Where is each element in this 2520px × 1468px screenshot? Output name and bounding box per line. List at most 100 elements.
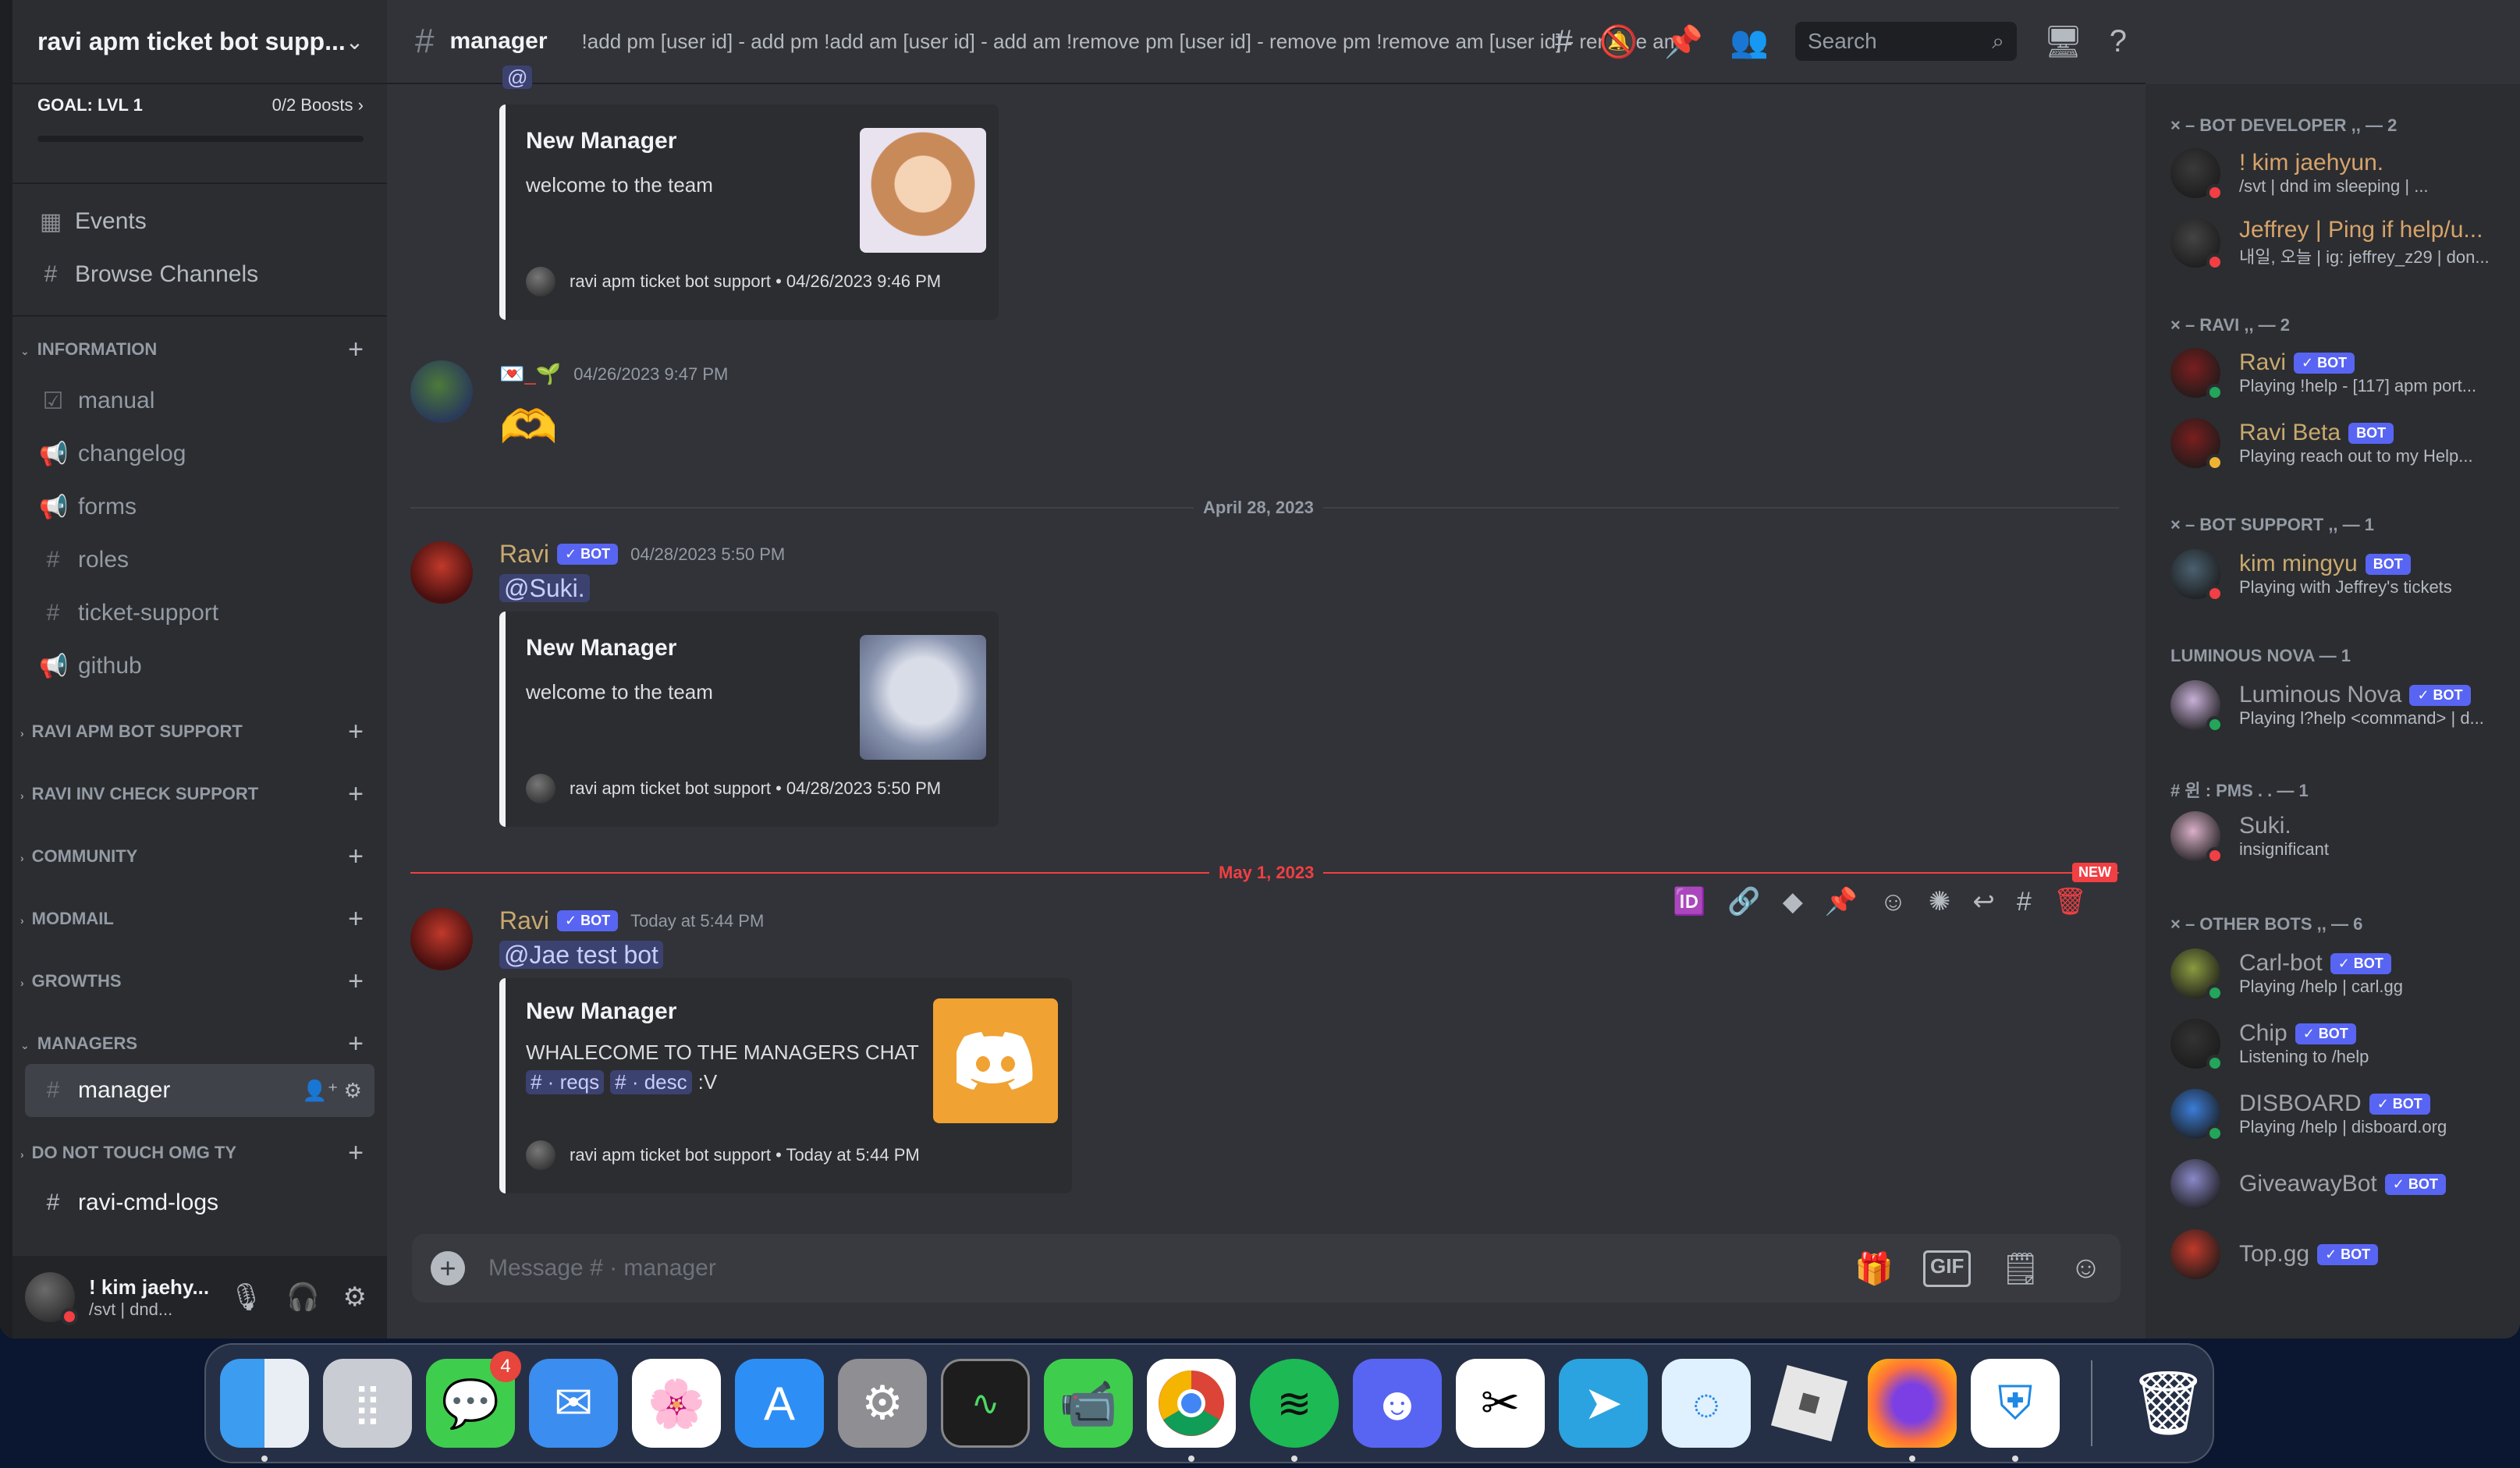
category-information[interactable]: ⌄ INFORMATION + [12, 324, 387, 374]
avatar[interactable] [410, 360, 473, 423]
category-community[interactable]: › COMMUNITY + [12, 825, 387, 888]
discord-logo-thumbnail[interactable] [933, 998, 1058, 1123]
browse-channels-link[interactable]: # Browse Channels [36, 248, 387, 301]
member-item[interactable]: Ravi ✓ BOT Playing !help - [117] apm port.… [2170, 348, 2514, 401]
firefox-icon[interactable] [1868, 1359, 1957, 1462]
capcut-icon[interactable]: ✂ [1456, 1359, 1545, 1448]
author-name[interactable]: Ravi [499, 540, 549, 569]
member-item[interactable]: GiveawayBot ✓ BOT [2170, 1159, 2514, 1209]
category-growths[interactable]: › GROWTHS + [12, 950, 387, 1012]
channel-manual[interactable]: ☑ manual [12, 374, 387, 427]
add-channel-icon[interactable]: + [348, 842, 364, 872]
user-name-emoji[interactable]: 💌_🌱 [499, 362, 561, 386]
category-modmail[interactable]: › MODMAIL + [12, 888, 387, 950]
reply-icon[interactable]: ↩ [1972, 886, 1995, 917]
author-name[interactable]: Ravi [499, 906, 549, 935]
launchpad-icon[interactable]: ⣿ [323, 1359, 412, 1448]
channel-link-desc[interactable]: # · desc [610, 1070, 692, 1094]
help-icon[interactable]: ? [2110, 24, 2127, 59]
upload-plus-icon[interactable]: + [431, 1251, 465, 1285]
events-link[interactable]: ▦ Events [36, 195, 387, 248]
telegram-icon[interactable]: ➤ [1559, 1359, 1648, 1448]
mention[interactable]: @Jae test bot [499, 941, 663, 969]
add-channel-icon[interactable]: + [348, 966, 364, 997]
add-channel-icon[interactable]: + [348, 335, 364, 365]
add-channel-icon[interactable]: + [348, 1029, 364, 1059]
sticker-icon[interactable]: 🗒 [2000, 1250, 2040, 1287]
channel-manager[interactable]: # manager 👤⁺ ⚙ [25, 1064, 374, 1117]
copy-id-icon[interactable]: 🆔 [1673, 886, 1705, 917]
super-reaction-icon[interactable]: ✺ [1929, 886, 1951, 917]
link-icon[interactable]: 🔗 [1727, 886, 1760, 917]
gift-icon[interactable]: 🎁 [1855, 1250, 1894, 1287]
member-item[interactable]: kim mingyu BOT Playing with Jeffrey's tick… [2170, 549, 2514, 602]
avatar[interactable] [410, 908, 473, 970]
member-item[interactable]: Carl-bot ✓ BOT Playing /help | carl.gg [2170, 949, 2514, 1002]
add-channel-icon[interactable]: + [348, 1138, 364, 1168]
member-list-icon[interactable]: 👥 [1730, 23, 1769, 60]
message-input[interactable]: Message # · manager [488, 1255, 716, 1282]
gif-icon[interactable]: GIF [1923, 1250, 1972, 1287]
mention[interactable]: @ [502, 66, 533, 89]
server-header[interactable]: ravi apm ticket bot supp... ⌄ [12, 0, 387, 84]
discord-icon[interactable]: ☻ [1353, 1359, 1442, 1448]
member-item[interactable]: Luminous Nova ✓ BOT Playing l?help <comman… [2170, 680, 2514, 733]
boost-goal[interactable]: GOAL: LVL 1 0/2 Boosts › [12, 84, 387, 151]
channel-changelog[interactable]: 📢 changelog [12, 427, 387, 480]
messages-icon[interactable]: 💬 4 [426, 1351, 521, 1448]
finder-icon[interactable] [220, 1359, 309, 1462]
category-ravi-inv[interactable]: › RAVI INV CHECK SUPPORT + [12, 763, 387, 825]
member-item[interactable]: DISBOARD ✓ BOT Playing /help | disboard.or… [2170, 1089, 2514, 1142]
message-composer[interactable]: + Message # · manager 🎁 GIF 🗒 ☺ [412, 1234, 2121, 1303]
emoji-icon[interactable]: ☺ [2070, 1250, 2102, 1287]
search-input[interactable]: Search ⌕ [1794, 22, 2017, 61]
threads-icon[interactable]: # [1555, 24, 1572, 59]
member-item[interactable]: Top.gg ✓ BOT [2170, 1229, 2514, 1279]
member-item[interactable]: Jeffrey | Ping if help/u... 내일, 오늘 | ig: … [2170, 217, 2514, 271]
anime-thumbnail[interactable] [860, 128, 986, 253]
deafen-icon[interactable]: 🎧 [286, 1282, 319, 1313]
category-ravi-apm[interactable]: › RAVI APM BOT SUPPORT + [12, 700, 387, 763]
pin-icon[interactable]: 📌 [1825, 886, 1858, 917]
channel-github[interactable]: 📢 github [12, 640, 387, 693]
delete-icon[interactable]: 🗑 [2053, 886, 2087, 917]
channel-ticket-support[interactable]: # ticket-support [12, 587, 387, 640]
add-reaction-icon[interactable]: ☺ [1879, 887, 1907, 917]
trash-icon[interactable]: 🗑 [2124, 1359, 2213, 1448]
mute-mic-icon[interactable]: 🎙 [229, 1282, 263, 1313]
add-channel-icon[interactable]: + [348, 717, 364, 747]
app-store-icon[interactable]: A [735, 1359, 824, 1448]
channel-topic[interactable]: !add pm [user id] - add pm !add am [user… [582, 30, 1681, 54]
spotify-icon[interactable]: ≋ [1250, 1359, 1339, 1462]
vpn-shield-icon[interactable]: ⛨ [1971, 1359, 2060, 1462]
activity-monitor-icon[interactable]: ∿ [941, 1359, 1030, 1448]
channel-roles[interactable]: # roles [12, 534, 387, 587]
mail-icon[interactable]: ✉ [529, 1359, 618, 1448]
channel-forms[interactable]: 📢 forms [12, 480, 387, 534]
channel-link-reqs[interactable]: # · reqs [526, 1070, 605, 1094]
invite-icon[interactable]: 👤⁺ ⚙ [302, 1079, 362, 1103]
category-do-not-touch[interactable]: › DO NOT TOUCH OMG TY + [12, 1122, 387, 1184]
facetime-icon[interactable]: 📹 [1044, 1359, 1133, 1448]
gear-icon[interactable]: ⚙ [343, 1282, 367, 1313]
chevron-down-icon[interactable]: ⌄ [346, 29, 364, 55]
add-channel-icon[interactable]: + [348, 904, 364, 934]
loading-app-icon[interactable]: ◌ [1662, 1359, 1751, 1448]
member-item[interactable]: ! kim jaehyun./svt | dnd im sleeping | .… [2170, 148, 2514, 201]
photos-icon[interactable]: 🌸 [632, 1359, 721, 1448]
member-item[interactable]: Ravi Beta BOT Playing reach out to my Help… [2170, 418, 2514, 471]
member-item[interactable]: Chip ✓ BOT Listening to /help [2170, 1019, 2514, 1072]
notifications-muted-icon[interactable]: 🔕 [1599, 23, 1638, 60]
system-settings-icon[interactable]: ⚙ [838, 1359, 927, 1448]
pin-icon[interactable]: 📌 [1664, 23, 1703, 60]
tag-icon[interactable]: ◆ [1783, 886, 1803, 917]
inbox-icon[interactable]: 🖥 [2043, 23, 2083, 60]
channel-ravi-cmd-logs[interactable]: # ravi-cmd-logs [12, 1176, 387, 1229]
anime-thumbnail[interactable] [860, 635, 986, 760]
create-thread-icon[interactable]: # [2017, 887, 2032, 917]
roblox-icon[interactable] [1765, 1359, 1854, 1448]
avatar[interactable] [25, 1272, 78, 1325]
chrome-icon[interactable] [1147, 1359, 1236, 1462]
avatar[interactable] [410, 541, 473, 604]
mention[interactable]: @Suki. [499, 574, 590, 602]
